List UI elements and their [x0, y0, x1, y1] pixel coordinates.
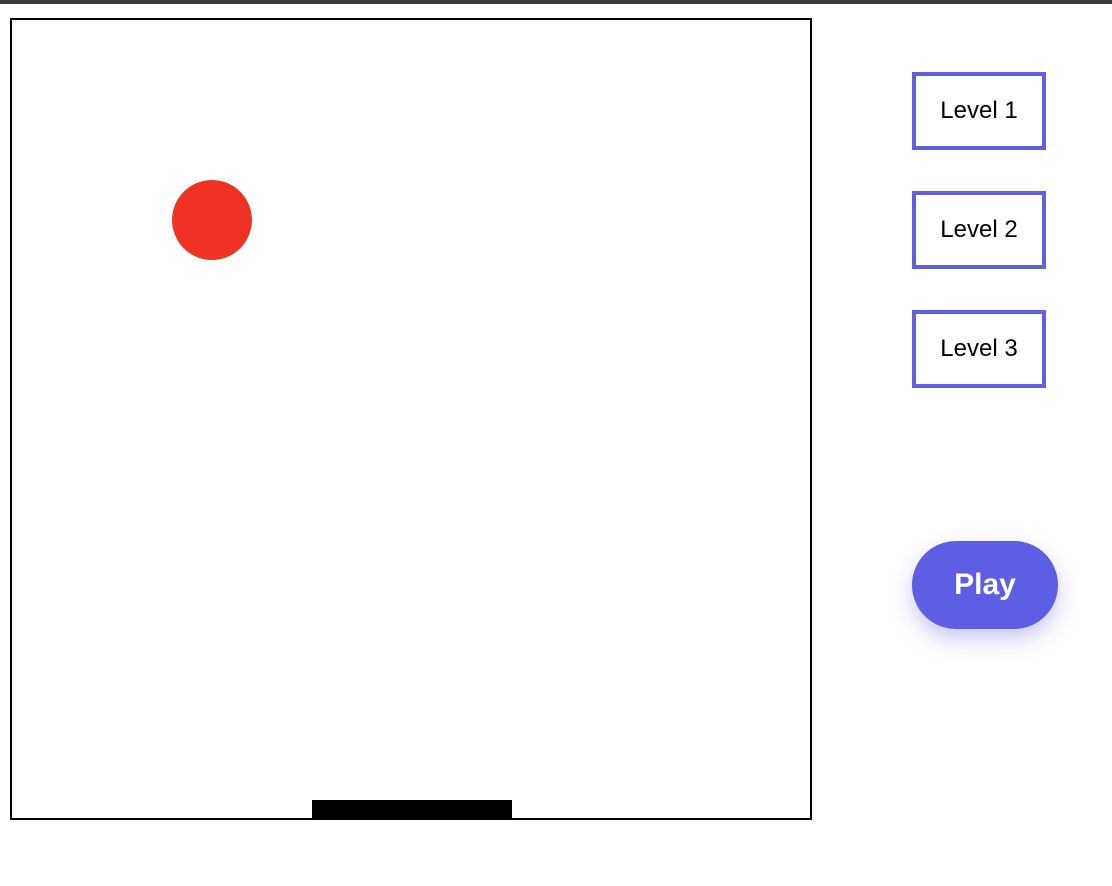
- ball: [172, 180, 252, 260]
- level-2-button[interactable]: Level 2: [912, 191, 1046, 269]
- level-3-button[interactable]: Level 3: [912, 310, 1046, 388]
- game-board[interactable]: [10, 18, 812, 820]
- level-1-button[interactable]: Level 1: [912, 72, 1046, 150]
- paddle[interactable]: [312, 800, 512, 818]
- play-button[interactable]: Play: [912, 541, 1058, 629]
- browser-top-bar: [0, 0, 1112, 4]
